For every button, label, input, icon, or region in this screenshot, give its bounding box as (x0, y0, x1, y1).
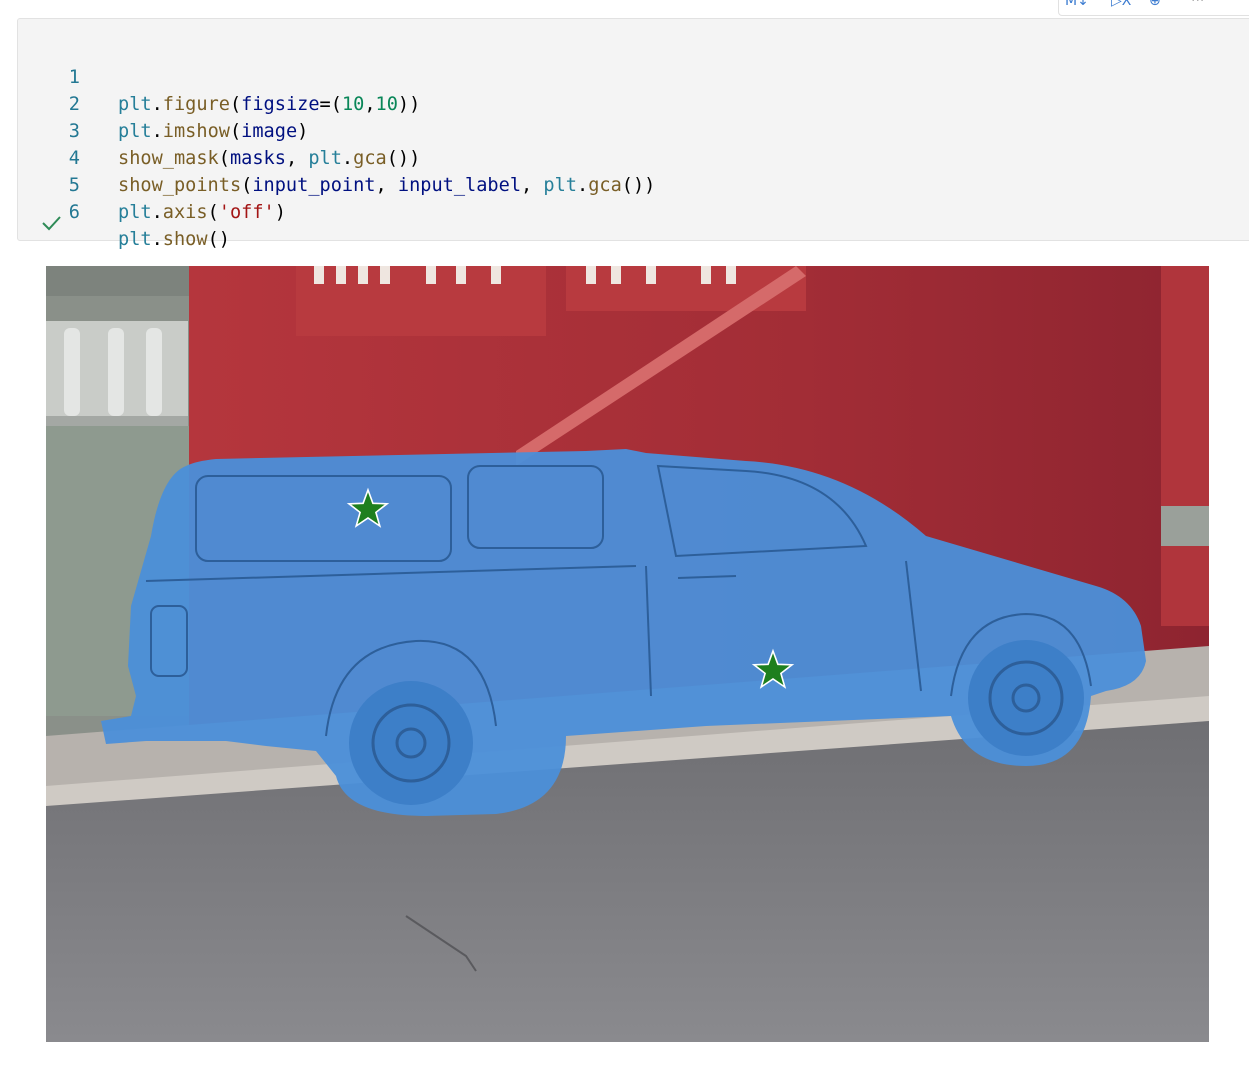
code-token: , (521, 175, 544, 196)
code-token: ) (297, 121, 309, 142)
rear-wheel (349, 681, 473, 805)
code-token: . (151, 229, 163, 250)
code-token: ( (218, 148, 230, 169)
code-text[interactable]: plt.imshow(image) (118, 118, 308, 145)
code-token: , (364, 94, 376, 115)
code-token: gca (353, 148, 387, 169)
red-pillar (1161, 266, 1209, 626)
code-token: ()) (386, 148, 421, 169)
code-cell-editor[interactable]: 1 plt.figure(figsize=(10,10)) 2 plt.imsh… (17, 18, 1249, 250)
code-token: input_point (252, 175, 376, 196)
code-token: plt (118, 229, 152, 250)
balustrade-rail (46, 416, 188, 426)
code-token: . (151, 94, 163, 115)
code-token: . (341, 148, 354, 169)
code-text[interactable]: plt.figure(figsize=(10,10)) (118, 91, 420, 118)
code-token: figure (162, 94, 230, 115)
code-token: , (375, 175, 398, 196)
code-text[interactable]: plt.show() (118, 226, 230, 253)
code-token: show_points (118, 175, 242, 196)
cell-toolbar: M↓ ▷X ⊕ ··· (1058, 0, 1249, 16)
code-token: imshow (162, 121, 230, 142)
code-token: gca (588, 175, 622, 196)
code-token: () (207, 229, 230, 250)
segmentation-figure (46, 266, 1209, 1042)
code-token: masks (229, 148, 286, 169)
checkmark-icon (42, 216, 61, 231)
code-token: , (285, 148, 309, 169)
code-line: 2 plt.imshow(image) (18, 64, 309, 142)
code-token: . (151, 202, 163, 223)
code-token: plt (118, 202, 152, 223)
code-line: 5 plt.axis('off') (18, 145, 286, 223)
markdown-toggle-button[interactable]: M↓ (1065, 0, 1089, 11)
background-roof (46, 266, 196, 296)
code-token: plt (308, 148, 342, 169)
notebook-view: M↓ ▷X ⊕ ··· 1 plt.figure(figsize=(10,10)… (0, 0, 1249, 1066)
code-token: figsize (241, 94, 320, 115)
code-text[interactable]: show_mask(masks, plt.gca()) (118, 145, 420, 172)
code-token: . (577, 175, 589, 196)
code-token: =( (319, 94, 342, 115)
code-text[interactable]: show_points(input_point, input_label, pl… (118, 172, 655, 199)
front-wheel (968, 640, 1084, 756)
code-token: 10 (341, 94, 365, 115)
code-token: plt (543, 175, 577, 196)
code-line: 6 plt.show() (18, 172, 230, 250)
code-token: ( (229, 121, 242, 142)
code-token: ) (274, 202, 286, 223)
code-token: show_mask (118, 148, 219, 169)
balustrade-posts (64, 328, 162, 416)
code-token: show (162, 229, 208, 250)
code-token: 'off' (218, 202, 275, 223)
code-token: . (151, 121, 163, 142)
code-token: 10 (375, 94, 398, 115)
code-token: plt (118, 121, 152, 142)
code-token: plt (118, 94, 152, 115)
output-image (46, 266, 1209, 1042)
code-line: 3 show_mask(masks, plt.gca()) (18, 91, 421, 169)
code-token: ( (229, 94, 242, 115)
code-line: 1 plt.figure(figsize=(10,10)) (18, 37, 421, 115)
code-token: ( (241, 175, 253, 196)
code-text[interactable]: plt.axis('off') (118, 199, 286, 226)
add-cell-button[interactable]: ⊕ (1149, 0, 1161, 11)
code-token: input_label (397, 175, 522, 196)
code-token: axis (162, 202, 208, 223)
upper-ledge (296, 266, 546, 336)
code-token: ()) (621, 175, 656, 196)
pillar-base (1161, 506, 1209, 546)
execute-above-button[interactable]: ▷X (1111, 0, 1131, 11)
code-token: )) (397, 94, 421, 115)
code-line: 4 show_points(input_point, input_label, … (18, 118, 656, 196)
code-token: ( (207, 202, 219, 223)
more-actions-button[interactable]: ··· (1191, 0, 1204, 11)
code-token: image (241, 121, 298, 142)
